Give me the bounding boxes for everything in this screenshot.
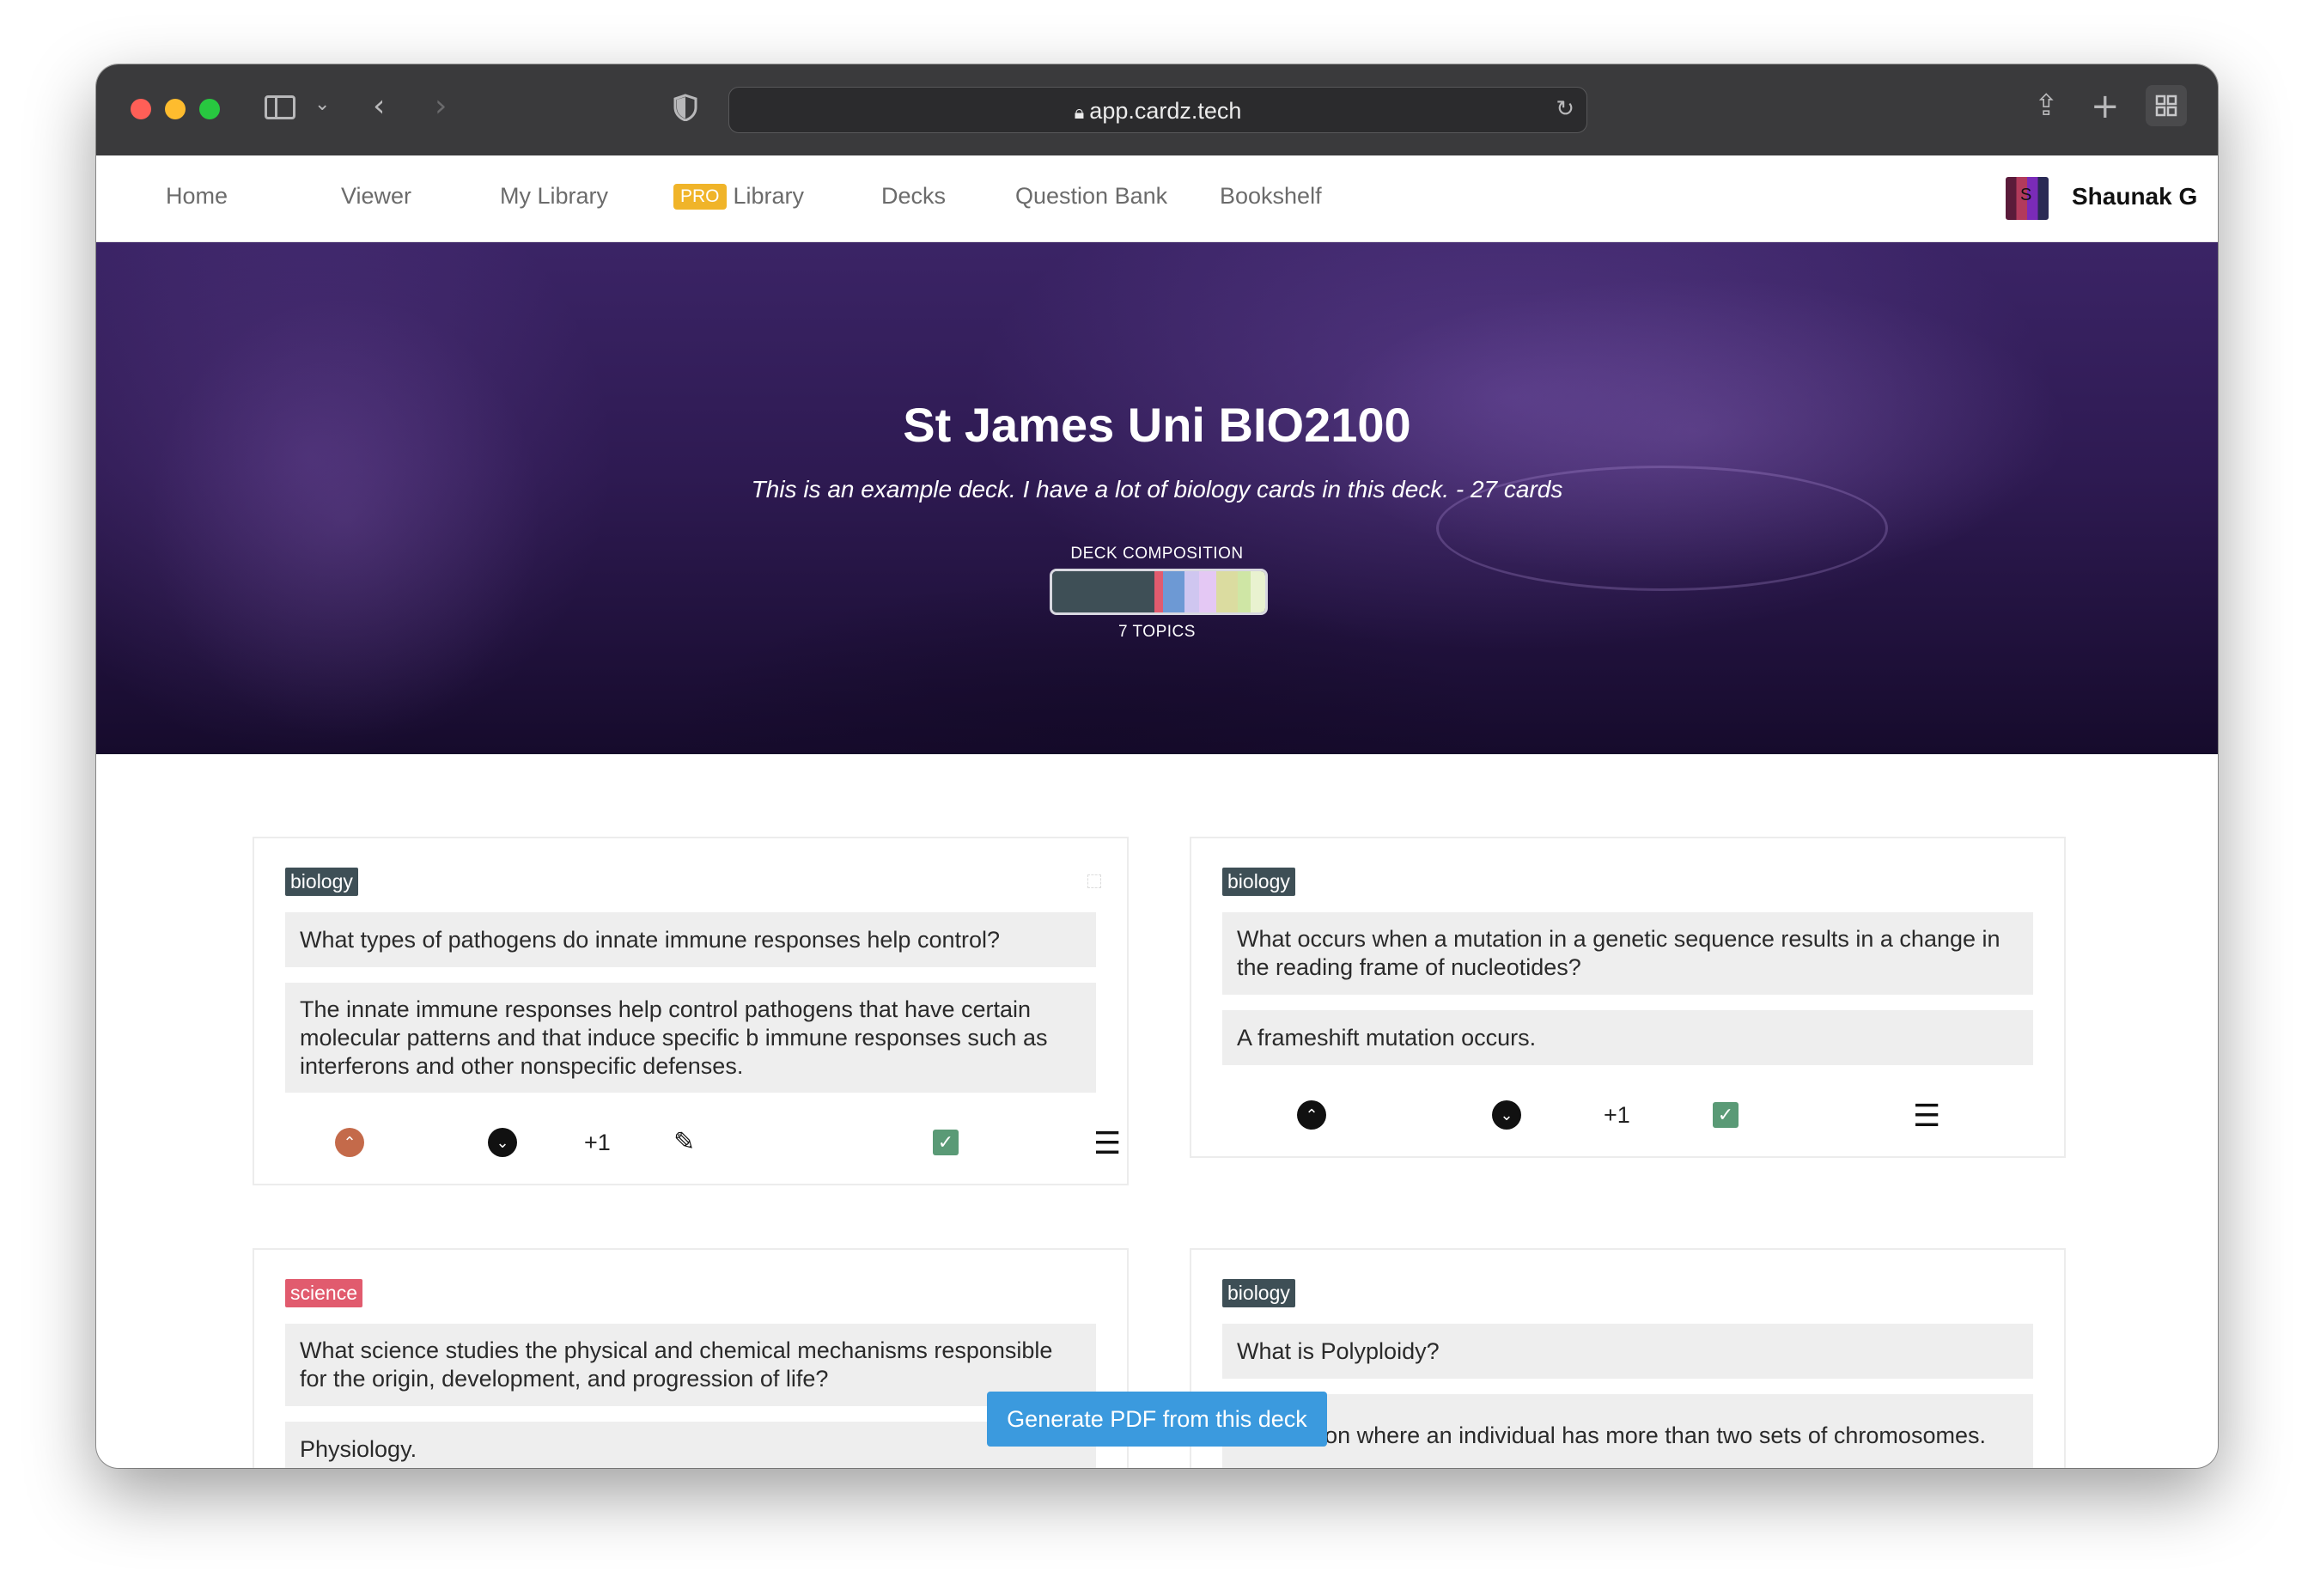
vote-count: +1 bbox=[584, 1130, 611, 1155]
deck-description: This is an example deck. I have a lot of… bbox=[751, 476, 1563, 503]
card-question: What is Polyploidy? bbox=[1222, 1324, 2033, 1379]
back-arrow-icon[interactable]: ‹ bbox=[373, 88, 385, 124]
card-answer: A condition where an individual has more… bbox=[1222, 1394, 2033, 1468]
jellyfish-background bbox=[148, 294, 543, 740]
card-answer: A frameshift mutation occurs. bbox=[1222, 1010, 2033, 1065]
topic-tag[interactable]: science bbox=[285, 1279, 362, 1307]
topics-count: 7 TOPICS bbox=[1118, 623, 1196, 641]
upvote-button[interactable]: ⌃ bbox=[335, 1128, 364, 1157]
composition-segment bbox=[1052, 571, 1155, 612]
drag-handle-icon[interactable] bbox=[1087, 874, 1101, 888]
card-question: What science studies the physical and ch… bbox=[285, 1324, 1096, 1406]
nav-bookshelf[interactable]: Bookshelf bbox=[1220, 183, 1322, 210]
chevron-down-icon[interactable]: ⌄ bbox=[314, 94, 330, 115]
top-navbar: Home Viewer My Library PRO Library Decks … bbox=[96, 155, 2218, 242]
nav-my-library[interactable]: My Library bbox=[500, 183, 608, 210]
chevron-up-icon: ⌃ bbox=[335, 1128, 364, 1157]
card-answer: Physiology. bbox=[285, 1422, 1096, 1468]
chevron-down-icon: ⌄ bbox=[1492, 1100, 1521, 1130]
share-icon[interactable]: ⇪ bbox=[2034, 88, 2059, 123]
sidebar-toggle-icon[interactable] bbox=[265, 95, 295, 119]
nav-decks[interactable]: Decks bbox=[881, 183, 946, 210]
address-bar[interactable]: 🔒︎ app.cardz.tech ↻ bbox=[728, 87, 1587, 133]
nav-viewer[interactable]: Viewer bbox=[341, 183, 411, 210]
topic-tag[interactable]: biology bbox=[285, 868, 358, 896]
flashcard: biology What types of pathogens do innat… bbox=[253, 837, 1129, 1185]
composition-segment bbox=[1184, 571, 1200, 612]
checkbox-icon: ✓ bbox=[933, 1130, 959, 1155]
privacy-shield-icon[interactable] bbox=[673, 94, 697, 122]
close-window-button[interactable] bbox=[131, 99, 151, 119]
nav-question-bank[interactable]: Question Bank bbox=[1015, 183, 1167, 210]
card-answer: The innate immune responses help control… bbox=[285, 983, 1096, 1093]
pro-badge: PRO bbox=[673, 184, 727, 210]
composition-segment bbox=[1215, 571, 1238, 612]
deck-composition-bar[interactable] bbox=[1050, 569, 1268, 615]
new-tab-plus-icon[interactable]: + bbox=[2091, 87, 2120, 126]
upvote-button[interactable]: ⌃ bbox=[1297, 1100, 1326, 1130]
nav-home[interactable]: Home bbox=[166, 183, 228, 210]
card-question: What types of pathogens do innate immune… bbox=[285, 912, 1096, 967]
user-avatar[interactable]: S bbox=[2006, 177, 2049, 220]
user-name[interactable]: Shaunak G bbox=[2072, 183, 2197, 210]
menu-icon[interactable]: ☰ bbox=[1093, 1125, 1121, 1161]
mark-correct-button[interactable]: ✓ bbox=[1713, 1102, 1739, 1128]
tab-overview-icon[interactable] bbox=[2146, 85, 2187, 126]
lock-icon: 🔒︎ bbox=[1074, 101, 1085, 123]
flashcard: biology What occurs when a mutation in a… bbox=[1190, 837, 2066, 1158]
reload-icon[interactable]: ↻ bbox=[1556, 96, 1574, 122]
composition-segment bbox=[1237, 571, 1251, 612]
card-question: What occurs when a mutation in a genetic… bbox=[1222, 912, 2033, 995]
nav-pro-library[interactable]: PRO Library bbox=[673, 183, 804, 210]
deck-title: St James Uni BIO2100 bbox=[903, 398, 1411, 452]
composition-segment bbox=[1250, 571, 1265, 612]
forward-arrow-icon[interactable]: › bbox=[435, 88, 447, 124]
menu-icon[interactable]: ☰ bbox=[1913, 1098, 1940, 1134]
deck-hero-banner: St James Uni BIO2100 This is an example … bbox=[96, 242, 2218, 754]
edit-icon[interactable]: ✎ bbox=[673, 1127, 695, 1157]
downvote-button[interactable]: ⌄ bbox=[1492, 1100, 1521, 1130]
downvote-button[interactable]: ⌄ bbox=[488, 1128, 517, 1157]
zoom-window-button[interactable] bbox=[199, 99, 220, 119]
composition-segment bbox=[1199, 571, 1216, 612]
deck-composition-label: DECK COMPOSITION bbox=[1070, 545, 1244, 563]
chevron-up-icon: ⌃ bbox=[1297, 1100, 1326, 1130]
url-text: 🔒︎ app.cardz.tech bbox=[1074, 98, 1242, 124]
composition-segment bbox=[1154, 571, 1163, 612]
browser-titlebar: ⌄ ‹ › 🔒︎ app.cardz.tech ↻ ⇪ + bbox=[96, 64, 2218, 156]
vote-count: +1 bbox=[1604, 1102, 1630, 1128]
minimize-window-button[interactable] bbox=[165, 99, 186, 119]
checkbox-icon: ✓ bbox=[1713, 1102, 1739, 1128]
mark-correct-button[interactable]: ✓ bbox=[933, 1130, 959, 1155]
topic-tag[interactable]: biology bbox=[1222, 868, 1295, 896]
generate-pdf-button[interactable]: Generate PDF from this deck bbox=[987, 1392, 1327, 1447]
browser-window: ⌄ ‹ › 🔒︎ app.cardz.tech ↻ ⇪ + Home Viewer… bbox=[96, 64, 2218, 1468]
composition-segment bbox=[1162, 571, 1184, 612]
topic-tag[interactable]: biology bbox=[1222, 1279, 1295, 1307]
chevron-down-icon: ⌄ bbox=[488, 1128, 517, 1157]
